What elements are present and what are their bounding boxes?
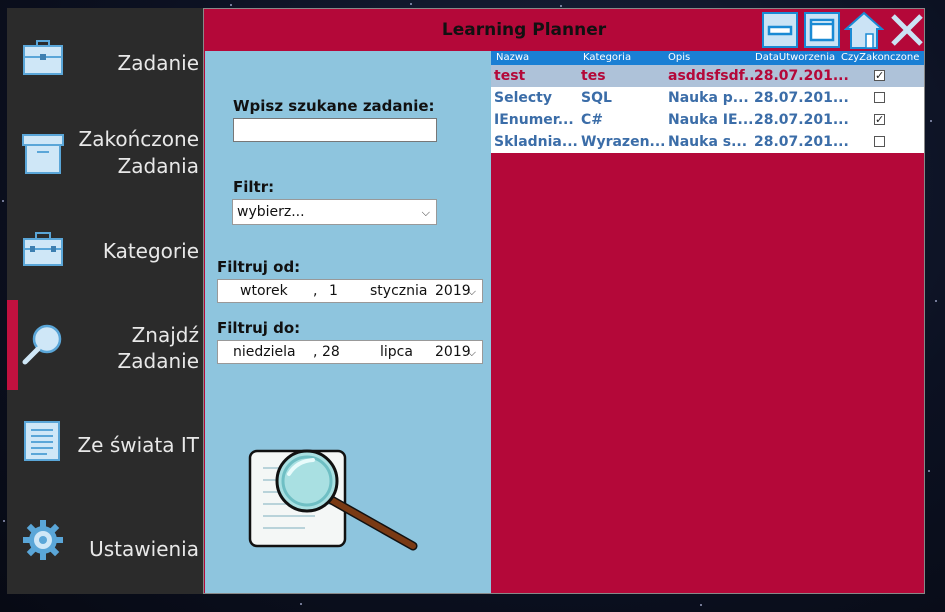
cell-data: 28.07.201... xyxy=(754,68,849,84)
sidebar-item-label-2: Zadanie xyxy=(117,349,199,373)
column-header[interactable]: CzyZakonczone xyxy=(841,52,919,63)
to-month: lipca xyxy=(380,344,413,360)
to-year: 2019 xyxy=(435,344,471,360)
sidebar-item-label: Ustawienia xyxy=(89,537,199,561)
cell-nazwa: Selecty xyxy=(494,90,552,106)
magnifier-icon xyxy=(21,322,65,366)
chevron-down-icon: ⌵ xyxy=(421,206,430,219)
column-header[interactable]: Nazwa xyxy=(496,52,529,63)
cell-data: 28.07.201... xyxy=(754,112,849,128)
sidebar-item-label: Zakończone xyxy=(78,127,199,151)
search-label: Wpisz szukane zadanie: xyxy=(233,97,435,115)
home-icon xyxy=(843,11,885,49)
filter-dropdown-value: wybierz... xyxy=(237,204,305,220)
cell-opis: asddsfsdf... xyxy=(668,68,760,84)
app-title: Learning Planner xyxy=(441,20,607,40)
main-window: Learning Planner Wpisz szukane zadanie: … xyxy=(203,8,925,594)
sidebar-item-label: Znajdź xyxy=(131,323,199,347)
to-weekday: niedziela xyxy=(233,344,296,360)
tasks-grid: Nazwa Kategoria Opis DataUtworzenia CzyZ… xyxy=(491,51,924,153)
filter-dropdown[interactable]: wybierz... ⌵ xyxy=(232,199,437,225)
search-input[interactable] xyxy=(233,118,437,142)
to-separator: , xyxy=(313,344,318,360)
briefcase-icon xyxy=(21,37,65,81)
to-label: Filtruj do: xyxy=(217,319,301,337)
cell-nazwa: Skladnia... xyxy=(494,134,578,150)
close-icon xyxy=(891,14,923,46)
home-button[interactable] xyxy=(843,10,885,50)
cell-nazwa: IEnumer... xyxy=(494,112,574,128)
cell-nazwa: test xyxy=(494,68,526,84)
chevron-down-icon: ⌵ xyxy=(467,346,476,359)
gear-icon xyxy=(21,518,65,562)
done-checkbox[interactable]: ✓ xyxy=(874,70,885,81)
table-row[interactable]: Skladnia... Wyrazen... Nauka s... 28.07.… xyxy=(491,131,924,153)
sidebar-item-kategorie[interactable]: Kategorie xyxy=(7,204,203,294)
date-to-picker[interactable]: niedziela , 28 lipca 2019 ⌵ xyxy=(217,340,483,364)
sidebar-item-znajdz-zadanie[interactable]: Znajdź Zadanie xyxy=(7,300,203,390)
from-label: Filtruj od: xyxy=(217,258,301,276)
sidebar-item-label: Kategorie xyxy=(102,239,199,263)
from-separator: , xyxy=(313,283,318,299)
title-bar: Learning Planner xyxy=(204,9,924,51)
column-header[interactable]: DataUtworzenia xyxy=(755,52,835,63)
from-year: 2019 xyxy=(435,283,471,299)
cell-opis: Nauka IE... xyxy=(668,112,754,128)
sidebar-item-zadanie[interactable]: Zadanie xyxy=(7,12,203,102)
cell-kategoria: tes xyxy=(581,68,606,84)
done-checkbox[interactable] xyxy=(874,136,885,147)
close-button[interactable] xyxy=(888,11,926,49)
table-row[interactable]: test tes asddsfsdf... 28.07.201... ✓ xyxy=(491,65,924,87)
minimize-icon xyxy=(767,25,793,36)
active-indicator xyxy=(7,300,18,390)
sidebar-item-ustawienia[interactable]: Ustawienia xyxy=(7,498,203,588)
sidebar-item-label: Ze świata IT xyxy=(77,433,199,457)
column-header[interactable]: Opis xyxy=(668,52,690,63)
from-month: stycznia xyxy=(370,283,428,299)
toolbox-icon xyxy=(21,228,65,272)
cell-data: 28.07.201... xyxy=(754,90,849,106)
archive-box-icon xyxy=(21,132,65,176)
chevron-down-icon: ⌵ xyxy=(467,285,476,298)
column-header[interactable]: Kategoria xyxy=(583,52,631,63)
done-checkbox[interactable] xyxy=(874,92,885,103)
maximize-button[interactable] xyxy=(804,12,840,48)
cell-opis: Nauka s... xyxy=(668,134,748,150)
table-row[interactable]: Selecty SQL Nauka p... 28.07.201... xyxy=(491,87,924,109)
to-day: 28 xyxy=(322,344,340,360)
table-row[interactable]: IEnumer... C# Nauka IE... 28.07.201... ✓ xyxy=(491,109,924,131)
sidebar-item-ze-swiata-it[interactable]: Ze świata IT xyxy=(7,400,203,490)
from-weekday: wtorek xyxy=(240,283,288,299)
cell-kategoria: Wyrazen... xyxy=(581,134,666,150)
cell-opis: Nauka p... xyxy=(668,90,749,106)
filter-panel: Wpisz szukane zadanie: Filtr: wybierz...… xyxy=(205,51,491,593)
sidebar-item-label-2: Zadania xyxy=(117,154,199,178)
from-day: 1 xyxy=(329,283,338,299)
filter-label: Filtr: xyxy=(233,178,275,196)
sidebar: Zadanie Zakończone Zadania Kategorie Zna… xyxy=(7,8,203,594)
sidebar-item-label: Zadanie xyxy=(117,51,199,75)
cell-kategoria: SQL xyxy=(581,90,612,106)
cell-data: 28.07.201... xyxy=(754,134,849,150)
newspaper-icon xyxy=(21,420,65,464)
cell-kategoria: C# xyxy=(581,112,604,128)
grid-header: Nazwa Kategoria Opis DataUtworzenia CzyZ… xyxy=(491,51,924,65)
minimize-button[interactable] xyxy=(762,12,798,48)
document-search-illustration-icon xyxy=(248,449,418,551)
maximize-icon xyxy=(809,18,835,42)
done-checkbox[interactable]: ✓ xyxy=(874,114,885,125)
sidebar-item-zakonczone-zadania[interactable]: Zakończone Zadania xyxy=(7,108,203,198)
date-from-picker[interactable]: wtorek , 1 stycznia 2019 ⌵ xyxy=(217,279,483,303)
